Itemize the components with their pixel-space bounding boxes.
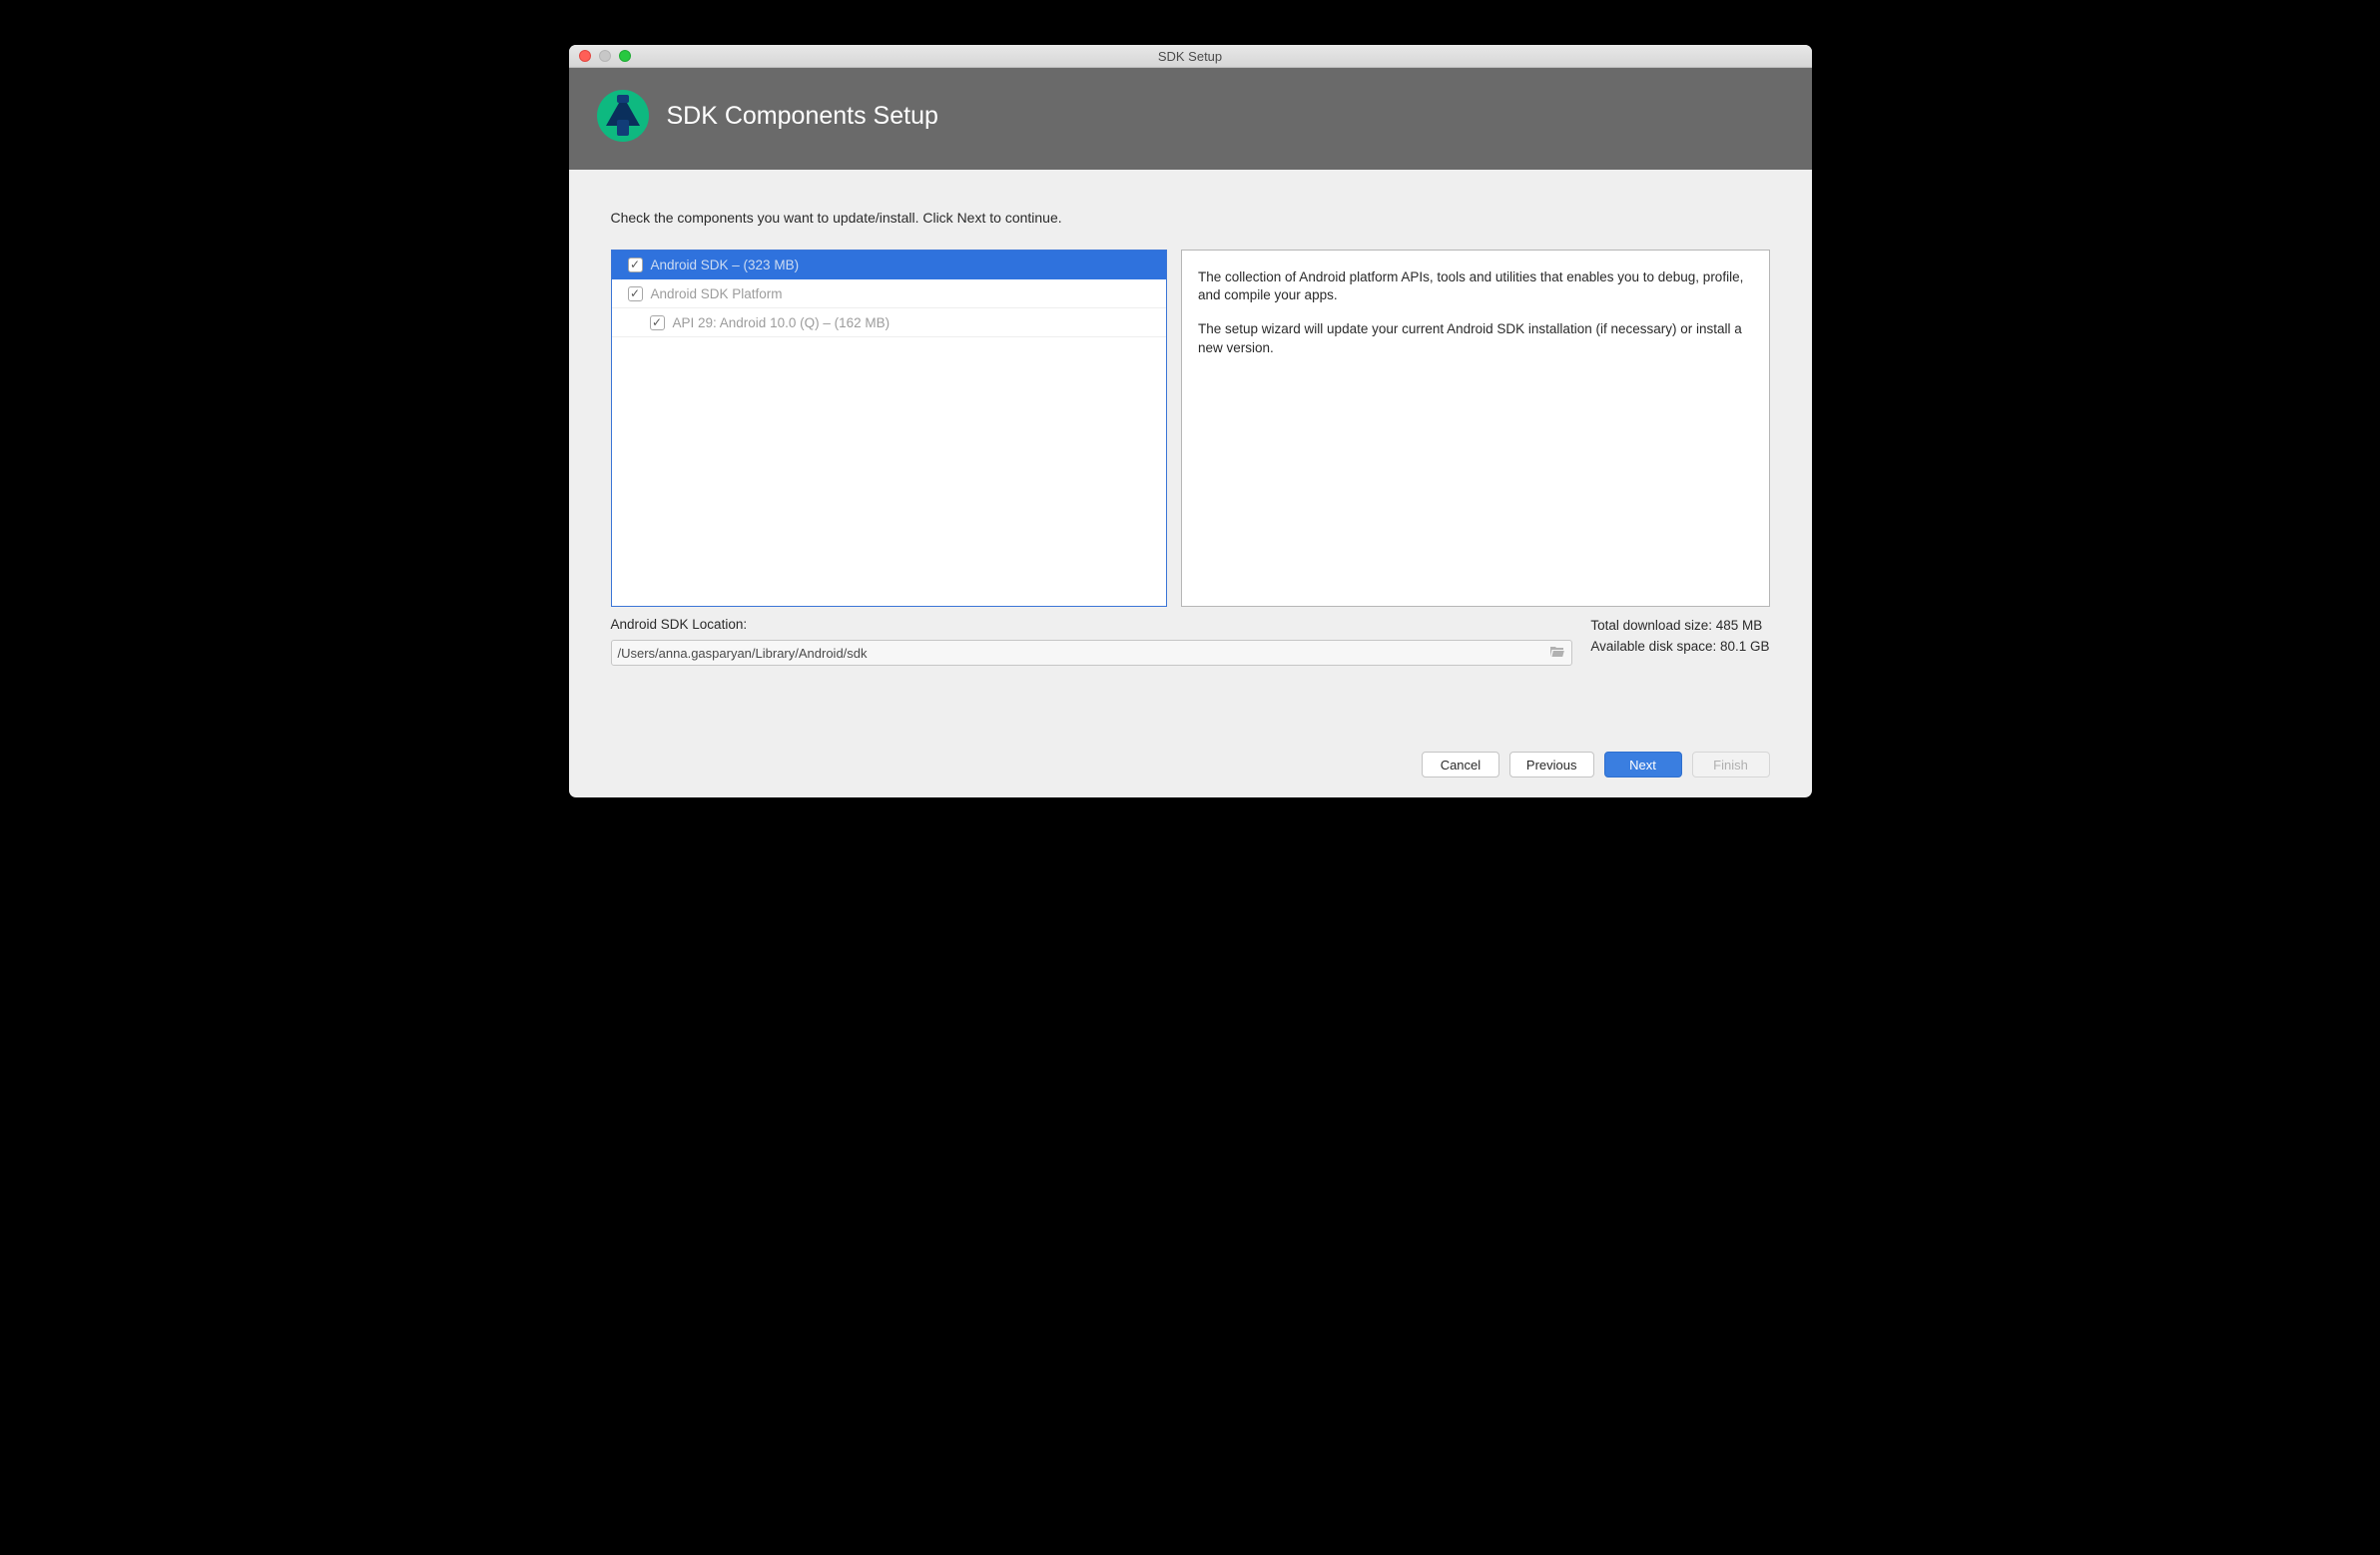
list-item-label: API 29: Android 10.0 (Q) – (162 MB) (673, 315, 891, 330)
cancel-button[interactable]: Cancel (1422, 752, 1499, 778)
total-download-size: Total download size: 485 MB (1590, 618, 1769, 633)
folder-open-icon[interactable] (1549, 645, 1565, 662)
android-studio-logo-icon (597, 90, 649, 142)
checkbox-icon[interactable] (650, 315, 665, 330)
available-disk-space: Available disk space: 80.1 GB (1590, 639, 1769, 654)
components-list[interactable]: Android SDK – (323 MB) Android SDK Platf… (611, 250, 1168, 607)
sdk-location-label: Android SDK Location: (611, 617, 1573, 632)
checkbox-icon[interactable] (628, 286, 643, 301)
content-area: Check the components you want to update/… (569, 170, 1812, 680)
sdk-location-path: /Users/anna.gasparyan/Library/Android/sd… (618, 646, 1550, 661)
description-paragraph: The setup wizard will update your curren… (1198, 320, 1753, 356)
previous-button[interactable]: Previous (1509, 752, 1594, 778)
button-bar: Cancel Previous Next Finish (569, 680, 1812, 797)
list-item[interactable]: Android SDK – (323 MB) (612, 251, 1167, 279)
finish-button: Finish (1692, 752, 1770, 778)
minimize-icon (599, 50, 611, 62)
titlebar: SDK Setup (569, 45, 1812, 68)
stats-block: Total download size: 485 MB Available di… (1590, 617, 1769, 660)
list-item[interactable]: Android SDK Platform (612, 279, 1167, 308)
page-title: SDK Components Setup (667, 102, 938, 131)
list-item[interactable]: API 29: Android 10.0 (Q) – (162 MB) (612, 308, 1167, 337)
location-row: Android SDK Location: /Users/anna.gaspar… (611, 617, 1770, 666)
instruction-text: Check the components you want to update/… (611, 210, 1770, 226)
list-item-label: Android SDK – (323 MB) (651, 258, 800, 272)
description-pane: The collection of Android platform APIs,… (1181, 250, 1770, 607)
checkbox-icon[interactable] (628, 258, 643, 272)
window-title: SDK Setup (569, 49, 1812, 64)
page-header: SDK Components Setup (569, 68, 1812, 170)
list-item-label: Android SDK Platform (651, 286, 783, 301)
next-button[interactable]: Next (1604, 752, 1682, 778)
zoom-icon[interactable] (619, 50, 631, 62)
traffic-lights (579, 50, 631, 62)
split-panes: Android SDK – (323 MB) Android SDK Platf… (611, 250, 1770, 607)
close-icon[interactable] (579, 50, 591, 62)
sdk-location-field[interactable]: /Users/anna.gasparyan/Library/Android/sd… (611, 640, 1573, 666)
setup-window: SDK Setup SDK Components Setup Check the… (569, 45, 1812, 797)
description-paragraph: The collection of Android platform APIs,… (1198, 268, 1753, 304)
